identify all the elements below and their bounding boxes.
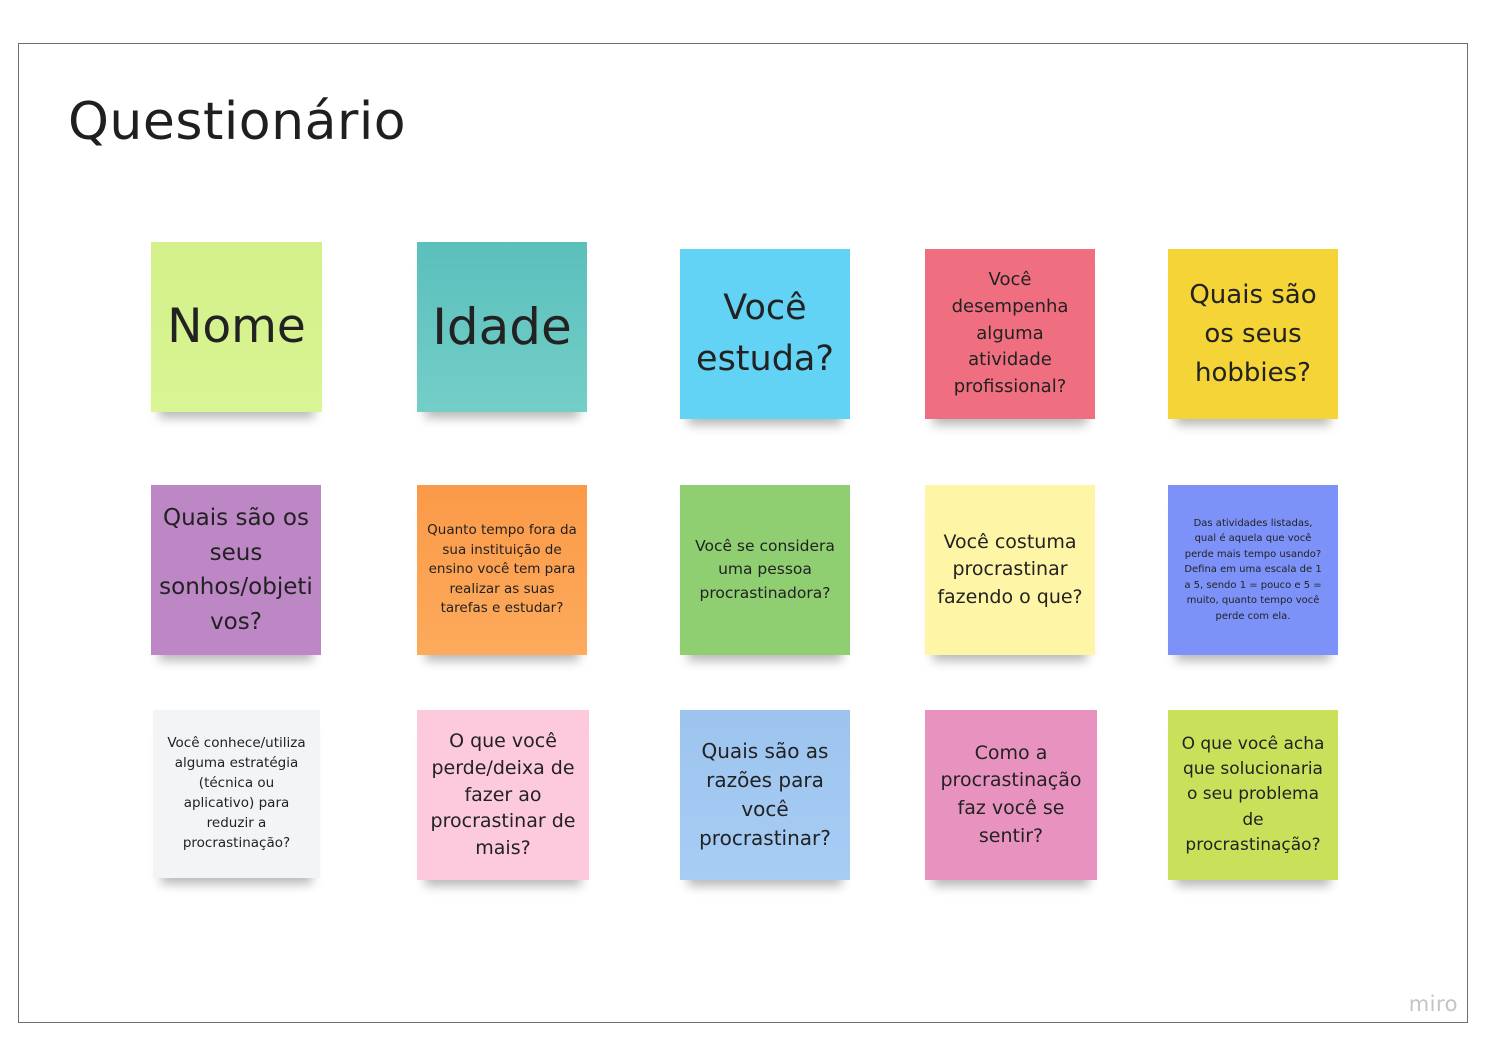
sticky-note-solucao[interactable]: O que você acha que solucionaria o seu p… bbox=[1168, 710, 1338, 880]
sticky-note-procrastinar-fazendo[interactable]: Você costuma procrastinar fazendo o que? bbox=[925, 485, 1095, 655]
sticky-note-atividade-profissional[interactable]: Você desempenha alguma atividade profiss… bbox=[925, 249, 1095, 419]
miro-logo: miro bbox=[1408, 992, 1458, 1016]
sticky-note-text: Quanto tempo fora da sua instituição de … bbox=[427, 522, 577, 617]
sticky-note-text: Você estuda? bbox=[696, 288, 834, 379]
sticky-note-text: Das atividades listadas, qual é aquela q… bbox=[1184, 517, 1322, 622]
sticky-note-text: Quais são os seus hobbies? bbox=[1189, 279, 1317, 388]
sticky-note-sentir[interactable]: Como a procrastinação faz você se sentir… bbox=[925, 710, 1097, 880]
sticky-note-estrategia[interactable]: Você conhece/utiliza alguma estratégia (… bbox=[153, 710, 320, 878]
sticky-note-tempo-livre[interactable]: Quanto tempo fora da sua instituição de … bbox=[417, 485, 587, 655]
sticky-note-text: O que você acha que solucionaria o seu p… bbox=[1181, 734, 1325, 855]
sticky-note-escala-tempo[interactable]: Das atividades listadas, qual é aquela q… bbox=[1168, 485, 1338, 655]
sticky-note-sonhos[interactable]: Quais são os seus sonhos/objetivos? bbox=[151, 485, 321, 655]
sticky-note-procrastinadora[interactable]: Você se considera uma pessoa procrastina… bbox=[680, 485, 850, 655]
sticky-note-text: Nome bbox=[167, 299, 306, 355]
sticky-note-text: Você conhece/utiliza alguma estratégia (… bbox=[167, 735, 306, 851]
sticky-note-perde-deixa[interactable]: O que você perde/deixa de fazer ao procr… bbox=[417, 710, 589, 880]
sticky-note-estuda[interactable]: Você estuda? bbox=[680, 249, 850, 419]
sticky-note-text: Idade bbox=[432, 297, 572, 356]
sticky-note-text: Quais são as razões para você procrastin… bbox=[699, 739, 831, 850]
sticky-note-text: Você se considera uma pessoa procrastina… bbox=[695, 537, 835, 602]
sticky-note-text: Quais são os seus sonhos/objetivos? bbox=[159, 505, 313, 635]
sticky-note-text: O que você perde/deixa de fazer ao procr… bbox=[430, 729, 576, 860]
sticky-note-text: Você costuma procrastinar fazendo o que? bbox=[937, 530, 1083, 608]
sticky-note-text: Você desempenha alguma atividade profiss… bbox=[951, 269, 1069, 397]
sticky-note-text: Como a procrastinação faz você se sentir… bbox=[940, 741, 1082, 847]
board-title: Questionário bbox=[68, 92, 407, 152]
sticky-note-nome[interactable]: Nome bbox=[151, 242, 322, 412]
sticky-note-hobbies[interactable]: Quais são os seus hobbies? bbox=[1168, 249, 1338, 419]
sticky-note-idade[interactable]: Idade bbox=[417, 242, 587, 412]
sticky-note-razoes[interactable]: Quais são as razões para você procrastin… bbox=[680, 710, 850, 880]
